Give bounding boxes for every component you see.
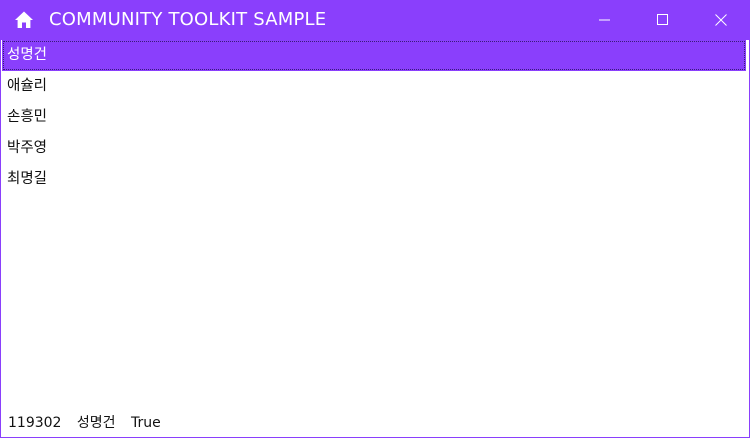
close-button[interactable]	[692, 0, 750, 40]
list-item[interactable]: 성명건	[2, 40, 746, 71]
minimize-icon	[599, 19, 610, 21]
name-list[interactable]: 성명건 애슐리 손흥민 박주영 최명길	[1, 40, 749, 195]
list-item[interactable]: 손흥민	[1, 102, 749, 133]
window-title: COMMUNITY TOOLKIT SAMPLE	[49, 9, 327, 30]
status-bar: 119302 성명건 True	[8, 412, 172, 432]
minimize-button[interactable]	[576, 0, 634, 40]
list-item[interactable]: 박주영	[1, 133, 749, 164]
list-item[interactable]: 최명길	[1, 164, 749, 195]
maximize-icon	[657, 14, 668, 25]
close-icon	[715, 14, 727, 26]
home-icon[interactable]	[14, 10, 34, 30]
status-name: 성명건	[76, 415, 116, 431]
app-window: COMMUNITY TOOLKIT SAMPLE 성명건 애슐리 손흥민 박주영…	[0, 0, 750, 438]
list-item[interactable]: 애슐리	[1, 71, 749, 102]
status-flag: True	[131, 415, 161, 431]
title-bar[interactable]: COMMUNITY TOOLKIT SAMPLE	[1, 0, 749, 40]
status-id: 119302	[8, 415, 62, 431]
maximize-button[interactable]	[634, 0, 692, 40]
